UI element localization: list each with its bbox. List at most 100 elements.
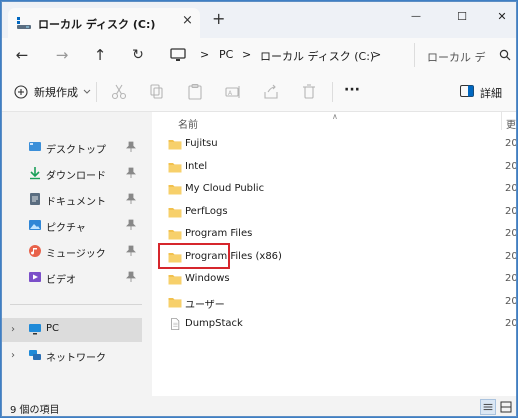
file-modified-date: 202 (505, 138, 516, 149)
chevron-right-icon[interactable]: › (11, 324, 15, 335)
folder-icon (168, 207, 182, 217)
file-name: Program Files (185, 228, 253, 239)
sidebar-item-documents[interactable]: ドキュメント (2, 188, 142, 212)
folder-icon (168, 162, 182, 172)
sidebar-item-network[interactable]: › ネットワーク (2, 344, 142, 368)
search-box[interactable]: ローカル デ (414, 43, 514, 67)
file-modified-date: 202 (505, 228, 516, 239)
drive-icon (17, 17, 31, 29)
crumb-separator: > (372, 48, 382, 61)
rename-icon[interactable]: A (224, 83, 242, 101)
file-row[interactable]: ユーザー 202 (162, 292, 516, 314)
back-button[interactable]: ← (12, 45, 32, 65)
explorer-window: ローカル ディスク (C:) × + — ☐ ✕ ← → ↑ ↻ > PC > … (1, 1, 517, 417)
cut-icon[interactable] (110, 83, 128, 101)
sidebar-item-label: ミュージック (46, 249, 106, 260)
column-header-modified[interactable]: 更新 (506, 116, 516, 131)
details-pane-icon[interactable] (460, 85, 474, 97)
column-separator (501, 112, 502, 130)
file-name: ユーザー (185, 299, 225, 311)
sidebar-item-videos[interactable]: ビデオ (2, 266, 142, 290)
folder-icon (168, 230, 182, 240)
tiles-view-icon[interactable] (498, 399, 514, 415)
sidebar-item-music[interactable]: ミュージック (2, 240, 142, 264)
crumb-local-disk[interactable]: ローカル ディスク (C:) (260, 48, 374, 64)
sort-caret-icon: ∧ (332, 112, 338, 121)
folder-icon (168, 275, 182, 285)
crumb-pc[interactable]: PC (219, 48, 233, 61)
address-bar[interactable]: > PC > ローカル ディスク (C:) > (164, 43, 404, 67)
refresh-icon: ↻ (132, 47, 144, 63)
pin-icon (126, 193, 136, 204)
maximize-button[interactable]: ☐ (448, 6, 476, 26)
folder-icon (168, 297, 182, 307)
folder-icon (168, 185, 182, 195)
minimize-button[interactable]: — (402, 6, 430, 26)
search-placeholder: ローカル デ (427, 51, 486, 64)
details-view-icon[interactable] (480, 399, 496, 415)
forward-button[interactable]: → (52, 45, 72, 65)
document-icon (30, 193, 40, 205)
pc-monitor-icon (170, 48, 186, 61)
file-row[interactable]: Intel 202 (162, 157, 516, 179)
tab-title: ローカル ディスク (C:) (38, 18, 156, 31)
new-button[interactable]: 新規作成 (14, 84, 91, 100)
pc-icon (29, 324, 41, 335)
file-name: DumpStack (185, 318, 243, 329)
folder-icon (168, 140, 182, 150)
music-icon (29, 245, 41, 257)
details-button-label[interactable]: 詳細 (480, 85, 502, 101)
close-button[interactable]: ✕ (488, 6, 516, 26)
plus-circle-icon (14, 85, 28, 99)
file-row[interactable]: My Cloud Public 202 (162, 179, 516, 201)
share-icon[interactable] (262, 83, 280, 101)
sidebar-item-label: PC (46, 323, 60, 334)
forward-arrow-icon: → (55, 46, 69, 64)
file-row[interactable]: PerfLogs 202 (162, 202, 516, 224)
desktop-icon (29, 142, 41, 151)
pin-icon (126, 167, 136, 178)
file-modified-date: 202 (505, 160, 516, 172)
pin-icon (126, 141, 136, 152)
file-name: Intel (185, 160, 208, 172)
file-row[interactable]: DumpStack 202 (162, 314, 516, 336)
new-tab-icon[interactable]: + (212, 11, 225, 27)
refresh-button[interactable]: ↻ (128, 45, 148, 65)
file-modified-date: 202 (505, 318, 516, 329)
new-button-label: 新規作成 (34, 86, 78, 99)
chevron-right-icon[interactable]: › (11, 350, 15, 361)
copy-icon[interactable] (148, 83, 166, 101)
close-icon: ✕ (497, 9, 507, 23)
up-arrow-icon: ↑ (93, 46, 107, 64)
delete-icon[interactable] (300, 83, 318, 101)
sidebar-item-desktop[interactable]: デスクトップ (2, 136, 142, 160)
file-list-pane: ∧ 名前 更新 Fujitsu 202 Intel 202 My Cloud Publi… (152, 112, 516, 396)
column-header-name[interactable]: 名前 (178, 116, 198, 131)
tab-bar: ローカル ディスク (C:) × + — ☐ ✕ (2, 2, 516, 38)
file-name: Fujitsu (185, 138, 218, 149)
file-modified-date: 202 (505, 250, 516, 262)
command-bar: 新規作成 A ··· 詳細 (2, 72, 516, 112)
toolbar-separator (96, 82, 97, 102)
maximize-icon: ☐ (457, 9, 467, 23)
tab-local-disk[interactable]: ローカル ディスク (C:) × (8, 8, 200, 38)
file-modified-date: 202 (505, 205, 516, 217)
more-options-icon[interactable]: ··· (344, 82, 360, 98)
file-modified-date: 202 (505, 273, 516, 284)
file-modified-date: 202 (505, 295, 516, 307)
file-row[interactable]: Windows 202 (162, 269, 516, 291)
navigation-pane: デスクトップ ダウンロード ドキュメント ピクチャ ミュージック ビデオ › P… (2, 112, 150, 396)
sidebar-item-pictures[interactable]: ピクチャ (2, 214, 142, 238)
item-count: 9 個の項目 (10, 405, 60, 416)
sidebar-item-label: ピクチャ (46, 223, 86, 234)
sidebar-item-pc[interactable]: › PC (2, 318, 142, 342)
sidebar-item-label: デスクトップ (46, 145, 106, 156)
file-name: Windows (185, 273, 230, 284)
paste-icon[interactable] (186, 83, 204, 101)
minimize-icon: — (411, 10, 421, 22)
file-row[interactable]: Fujitsu 202 (162, 134, 516, 156)
file-name: PerfLogs (185, 205, 228, 217)
up-button[interactable]: ↑ (90, 45, 110, 65)
sidebar-item-downloads[interactable]: ダウンロード (2, 162, 142, 186)
tab-close-icon[interactable]: × (182, 14, 193, 28)
